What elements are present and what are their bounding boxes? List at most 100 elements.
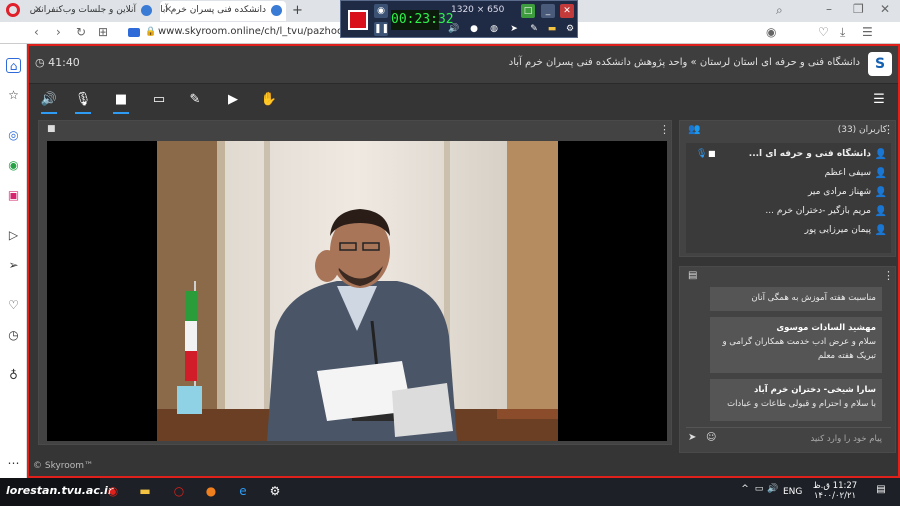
messenger-icon[interactable]: ◎	[6, 128, 21, 143]
screen-share-icon[interactable]: ▭	[149, 92, 169, 110]
user-row[interactable]: 👤 شهناز مرادی میر	[678, 183, 895, 202]
mic-icon[interactable]: 🎙	[73, 92, 93, 114]
chat-message: سارا شیخی- دختران خرم آباد با سلام و احت…	[710, 379, 882, 421]
menu-icon[interactable]: ☰	[869, 92, 889, 110]
raise-hand-icon[interactable]: ✋	[259, 92, 279, 110]
file-explorer-icon[interactable]: ▬	[136, 484, 154, 500]
mic-icon[interactable]: ●	[467, 22, 481, 36]
send-message-icon[interactable]: ➤	[688, 432, 696, 443]
player-icon[interactable]: ▷	[6, 228, 21, 243]
snapshot-icon[interactable]: ◉	[766, 25, 776, 39]
record-app-icon[interactable]: ◉	[104, 484, 122, 500]
close-recorder-icon[interactable]: ✕	[560, 4, 574, 18]
emoji-icon[interactable]: ☺	[706, 432, 716, 443]
cursor-icon[interactable]: ➤	[507, 22, 521, 36]
home-icon[interactable]: ⌂	[6, 58, 21, 73]
user-mic-icon: 🎙	[696, 149, 708, 159]
media-toolbar: 🔊 🎙 ■ ▭ ✎ ▶ ✋ ☰	[27, 84, 900, 118]
users-panel-header: کاربران (33)	[680, 121, 895, 139]
message-text: سلام و عرض ادب خدمت همکاران گرامی و تبری…	[722, 337, 876, 361]
record-size-label: 1320 × 650	[451, 5, 505, 15]
speed-dial-icon[interactable]: ⊞	[98, 25, 108, 39]
easy-setup-icon[interactable]: ☰	[862, 25, 873, 39]
close-window-icon[interactable]: ✕	[880, 2, 890, 16]
forward-icon[interactable]: ›	[56, 25, 61, 39]
chat-message: مناسبت هفته آموزش به همگی آنان	[710, 287, 882, 311]
user-icon: 👤	[874, 149, 887, 160]
user-name: سیفی اعظم	[824, 168, 871, 178]
notifications-icon[interactable]: ▤	[872, 484, 890, 500]
restore-window-icon[interactable]: ❐	[853, 2, 864, 16]
reload-icon[interactable]: ↻	[76, 25, 86, 39]
internet-explorer-icon[interactable]: e	[234, 484, 252, 500]
webcam-icon[interactable]: ◍	[487, 22, 501, 36]
camera-icon[interactable]: ■	[111, 92, 131, 114]
speaker-icon[interactable]: 🔊	[39, 92, 59, 114]
video-camera-icon: ■	[47, 124, 56, 134]
users-icon: 👥	[688, 124, 701, 135]
chat-icon: ▤	[688, 270, 698, 281]
history-icon[interactable]: ◷	[6, 328, 21, 343]
session-timer: ◷ 41:40	[35, 56, 80, 69]
search-icon[interactable]: ⌕	[776, 3, 783, 18]
firefox-icon[interactable]: ●	[202, 484, 220, 500]
chat-message: مهشید السادات موسوی سلام و عرض ادب خدمت …	[710, 317, 882, 373]
user-row[interactable]: 👤 پیمان میرزایی پور	[678, 221, 895, 240]
volume-icon[interactable]: 🔊	[447, 22, 461, 36]
camera-permission-icon[interactable]	[128, 28, 140, 37]
browser-tab-active[interactable]: دانشکده فنی پسران خرم آباد ×	[160, 1, 286, 21]
region-icon[interactable]: □	[521, 4, 535, 18]
opera-taskbar-icon[interactable]: ○	[170, 484, 188, 500]
users-options-icon[interactable]: ⋮	[883, 123, 894, 136]
pause-icon[interactable]: ❚❚	[374, 22, 389, 36]
user-row[interactable]: 👤 دانشگاه فنی و حرفه ای ا... 🎙 ■	[678, 145, 895, 164]
browser-tab[interactable]: آنلاین و جلسات وب‌کنفرانس ×	[30, 1, 156, 21]
pen-icon[interactable]: ✎	[527, 22, 541, 36]
close-tab-icon[interactable]: ×	[164, 4, 172, 15]
minimize-recorder-icon[interactable]: _	[541, 4, 555, 18]
minimize-window-icon[interactable]: –	[826, 2, 832, 16]
folder-icon[interactable]: ▬	[545, 22, 559, 36]
settings-taskbar-icon[interactable]: ⚙	[266, 484, 284, 500]
chat-options-icon[interactable]: ⋮	[883, 269, 894, 282]
pin-icon[interactable]: ♁	[6, 368, 21, 383]
back-icon[interactable]: ‹	[34, 25, 39, 39]
speaker-video	[157, 141, 558, 441]
video-stream[interactable]	[47, 141, 667, 441]
app-header: ◷ 41:40 دانشگاه فنی و حرفه ای استان لرست…	[27, 44, 900, 84]
opera-logo-icon[interactable]	[6, 3, 20, 17]
user-row[interactable]: 👤 سیفی اعظم	[678, 164, 895, 183]
taskbar-clock[interactable]: 11:27 ق.ظ ۱۴۰۰/۰۲/۲۱	[808, 481, 862, 501]
send-icon[interactable]: ➢	[6, 258, 21, 273]
camera-capture-icon[interactable]: ◉	[374, 4, 388, 18]
whiteboard-icon[interactable]: ✎	[185, 92, 205, 110]
keyboard-language[interactable]: ENG	[783, 487, 802, 497]
skyroom-app: ◷ 41:40 دانشگاه فنی و حرفه ای استان لرست…	[27, 44, 900, 478]
user-row[interactable]: 👤 مریم بازگیر -دختران خرم ...	[678, 202, 895, 221]
panel-options-icon[interactable]: ⋮	[659, 123, 670, 136]
bookmark-heart-icon[interactable]: ♡	[818, 25, 829, 39]
tray-volume-icon[interactable]: 🔊	[764, 484, 782, 500]
heart-icon[interactable]: ♡	[6, 298, 21, 313]
download-icon[interactable]: ⤓	[840, 25, 845, 40]
settings-icon[interactable]: ⚙	[563, 22, 577, 36]
tab-favicon-icon	[271, 5, 282, 16]
chat-panel: ▤ ⋮ مناسبت هفته آموزش به همگی آنان مهشید…	[679, 266, 896, 453]
divider	[686, 427, 891, 428]
browser-sidebar: ⌂ ☆ ◎ ◉ ▣ ▷ ➢ ♡ ◷ ♁ ⋯	[0, 44, 27, 478]
media-icon[interactable]: ▶	[223, 92, 243, 110]
url-input[interactable]: www.skyroom.online/ch/l_tvu/pazhoohesh	[158, 26, 367, 37]
stop-record-button[interactable]	[348, 10, 368, 30]
user-icon: 👤	[874, 187, 887, 198]
bookmarks-icon[interactable]: ☆	[6, 88, 21, 103]
more-icon[interactable]: ⋯	[6, 456, 21, 471]
user-name: شهناز مرادی میر	[807, 187, 871, 197]
tab-label: آنلاین و جلسات وب‌کنفرانس	[30, 5, 136, 15]
new-tab-button[interactable]: +	[292, 3, 303, 18]
user-icon: 👤	[874, 225, 887, 236]
close-tab-icon[interactable]: ×	[34, 4, 42, 15]
lock-icon[interactable]: 🔒	[145, 27, 156, 37]
instagram-icon[interactable]: ▣	[6, 188, 21, 203]
chat-input[interactable]: پیام خود را وارد کنید	[686, 431, 890, 449]
whatsapp-icon[interactable]: ◉	[6, 158, 21, 173]
